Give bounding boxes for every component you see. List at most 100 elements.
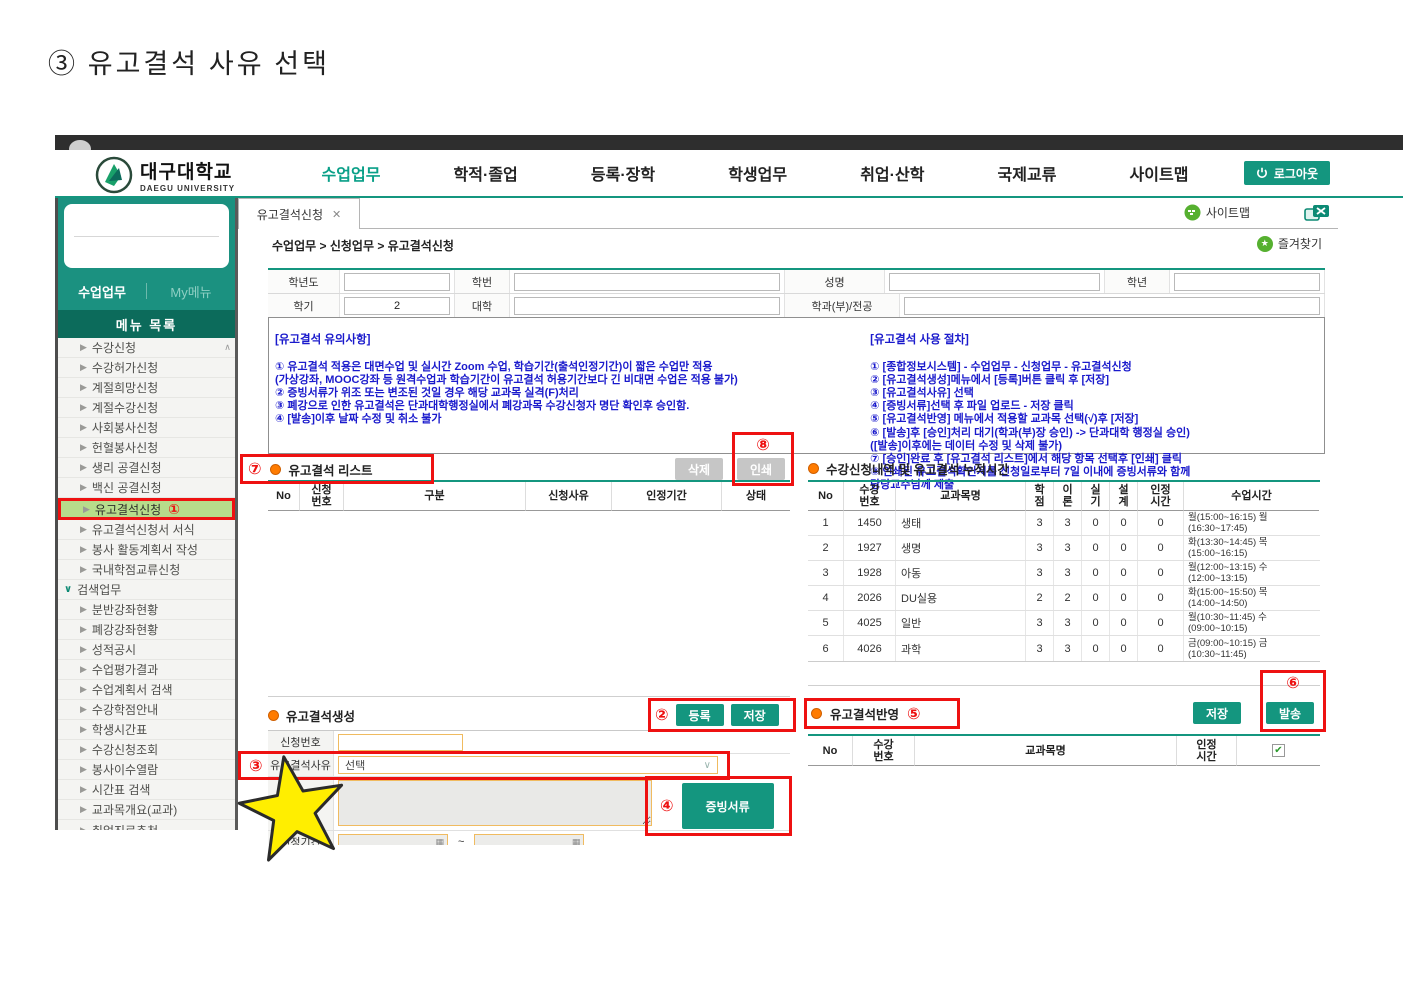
sidebar-item[interactable]: ▶시간표 검색 xyxy=(58,780,235,800)
sidebar-item[interactable]: ▶수강허가신청 xyxy=(58,358,235,378)
save-button[interactable]: 저장 xyxy=(731,704,779,726)
annotation-4: ④ xyxy=(660,796,674,816)
period-start-input[interactable]: ▦ xyxy=(338,834,448,845)
annotation-box-4: ④ 증빙서류 xyxy=(645,776,792,836)
nav-item-4[interactable]: 학생업무 xyxy=(728,161,787,185)
notice-line: ③ 폐강으로 인한 유고결석은 단과대학행정실에서 폐강과목 수강신청자 명단 … xyxy=(275,400,862,413)
page-title: ③ 유고결석 사유 선택 xyxy=(48,42,330,81)
portal-header: 대구대학교 DAEGU UNIVERSITY 수업업무 학적·졸업 등록·장학 학생업… xyxy=(55,150,1403,198)
enrollment-row[interactable]: 21927생명33000화(13:30~14:45) 목(15:00~16:15… xyxy=(808,536,1320,561)
row2-input-0[interactable] xyxy=(344,297,450,315)
favorite-link[interactable]: ★ 즐겨찾기 xyxy=(1257,235,1322,252)
sitemap-link[interactable]: 사이트맵 xyxy=(1184,204,1250,221)
section-bullet-icon xyxy=(811,708,822,719)
sidebar-item[interactable]: ▶사회봉사신청 xyxy=(58,418,235,438)
row1-input-2[interactable] xyxy=(889,273,1100,291)
select-all-checkbox[interactable]: ✔ xyxy=(1272,744,1285,757)
enrollment-row[interactable]: 31928아동33000월(12:00~13:15) 수(12:00~13:15… xyxy=(808,561,1320,586)
tab-row: 유고결석신청 ✕ 사이트맵 xyxy=(238,198,1338,229)
sidebar-item[interactable]: ▶유고결석신청① xyxy=(58,498,235,520)
nav-item-2[interactable]: 학적·졸업 xyxy=(454,161,518,185)
enrollment-row[interactable]: 42026DU실용22000화(15:00~15:50) 목(14:00~14:… xyxy=(808,586,1320,611)
enrollment-cell: 5 xyxy=(808,611,844,635)
nav-item-5[interactable]: 취업·산학 xyxy=(860,161,924,185)
row1-input-3[interactable] xyxy=(1174,273,1320,291)
triangle-icon: ▶ xyxy=(80,784,87,795)
sidebar-item[interactable]: ▶백신 공결신청 xyxy=(58,478,235,498)
enrollment-row[interactable]: 54025일반33000월(10:30~11:45) 수(09:00~10:15… xyxy=(808,611,1320,636)
notice-right: [유고결석 사용 절차] ① [종합정보시스템] - 수업업무 - 신청업무 -… xyxy=(870,321,1318,450)
apply-no-input[interactable] xyxy=(338,734,463,751)
student-info-form: 학년도학번성명학년학기대학학과(부)/전공 xyxy=(268,268,1325,318)
sidebar-item[interactable]: ▶봉사이수열람 xyxy=(58,760,235,780)
favorite-star-icon: ★ xyxy=(1257,236,1273,252)
tab-close-icon[interactable]: ✕ xyxy=(332,208,341,221)
logout-button[interactable]: 로그아웃 xyxy=(1244,161,1330,185)
row2-input-2[interactable] xyxy=(904,297,1320,315)
row1-input-0[interactable] xyxy=(344,273,450,291)
enrollment-cell: 일반 xyxy=(896,611,1026,635)
period-end-input[interactable]: ▦ xyxy=(474,834,584,845)
sidebar-item[interactable]: ▶생리 공결신청 xyxy=(58,458,235,478)
delete-button[interactable]: 삭제 xyxy=(675,458,723,480)
sidebar-section-search[interactable]: ∨검색업무 xyxy=(58,580,235,600)
triangle-icon: ▶ xyxy=(80,482,87,493)
section-bullet-icon xyxy=(268,710,279,721)
window-close-icon[interactable] xyxy=(1304,204,1330,227)
tab-absence-application[interactable]: 유고결석신청 ✕ xyxy=(238,198,360,229)
enrollment-cell: 월(10:30~11:45) 수(09:00~10:15) xyxy=(1184,611,1319,635)
sidebar-item-label: 수강허가신청 xyxy=(92,359,158,376)
sidebar-item[interactable]: ▶수강학점안내 xyxy=(58,700,235,720)
reflection-save-button[interactable]: 저장 xyxy=(1193,702,1241,724)
sidebar-item[interactable]: ▶계절희망신청 xyxy=(58,378,235,398)
enrollment-cell: 0 xyxy=(1138,536,1184,560)
sidebar-item[interactable]: ▶폐강강좌현황 xyxy=(58,620,235,640)
enrollment-cell: 아동 xyxy=(896,561,1026,585)
menu-list: ∧ ▶수강신청▶수강허가신청▶계절희망신청▶계절수강신청▶사회봉사신청▶헌혈봉사… xyxy=(58,338,235,830)
sidebar-item[interactable]: ▶성적공시 xyxy=(58,640,235,660)
sidebar-item[interactable]: ▶계절수강신청 xyxy=(58,398,235,418)
annotation-box-8: ⑧ xyxy=(732,432,794,486)
nav-item-7[interactable]: 사이트맵 xyxy=(1130,161,1189,185)
nav-item-1[interactable]: 수업업무 xyxy=(322,161,381,185)
register-button[interactable]: 등록 xyxy=(676,704,724,726)
sidebar-item[interactable]: ▶국내학점교류신청 xyxy=(58,560,235,580)
nav-item-3[interactable]: 등록·장학 xyxy=(591,161,655,185)
row1-input-1[interactable] xyxy=(514,273,780,291)
enrollment-cell: 3 xyxy=(1026,611,1054,635)
triangle-icon: ▶ xyxy=(80,422,87,433)
sidebar-item[interactable]: ▶수업평가결과 xyxy=(58,660,235,680)
reflection-table: No수강 번호교과목명인정 시간✔ xyxy=(808,734,1320,766)
triangle-icon: ▶ xyxy=(80,764,87,775)
sidebar-item[interactable]: ▶수강신청 xyxy=(58,338,235,358)
enrollment-cell: 4025 xyxy=(844,611,896,635)
sidebar-section-label: 검색업무 xyxy=(77,581,121,598)
row2-input-1[interactable] xyxy=(514,297,780,315)
triangle-icon: ▶ xyxy=(80,342,87,353)
sidebar-item[interactable]: ▶분반강좌현황 xyxy=(58,600,235,620)
sidebar-item[interactable]: ▶교과목개요(교과) xyxy=(58,800,235,820)
university-logo[interactable]: 대구대학교 DAEGU UNIVERSITY xyxy=(95,156,235,194)
sidebar-item[interactable]: ▶수강신청조회 xyxy=(58,740,235,760)
creation-title-row: 유고결석생성 xyxy=(268,706,355,725)
sidebar-tab-mymenu[interactable]: My메뉴 xyxy=(147,282,235,301)
sidebar-item-label: 수강학점안내 xyxy=(92,701,158,718)
sidebar-item[interactable]: ▶헌혈봉사신청 xyxy=(58,438,235,458)
sidebar-item[interactable]: ▶봉사 활동계획서 작성 xyxy=(58,540,235,560)
triangle-icon: ▶ xyxy=(80,624,87,635)
enrollment-cell: 2 xyxy=(1054,586,1082,610)
field-label: 학과(부)/전공 xyxy=(785,294,900,317)
sidebar-item[interactable]: ▶취업진로추천 xyxy=(58,820,235,830)
evidence-button[interactable]: 증빙서류 xyxy=(682,783,774,829)
enrollment-cell: 4026 xyxy=(844,636,896,661)
absence-list-header: No신청 번호구분신청사유인정기간상태 xyxy=(268,482,790,511)
sidebar-item[interactable]: ▶유고결석신청서 서식 xyxy=(58,520,235,540)
reason-textarea[interactable] xyxy=(338,780,652,826)
enrollment-row[interactable]: 64026과학33000금(09:00~10:15) 금(10:30~11:45… xyxy=(808,636,1320,661)
sidebar-tab-lecture[interactable]: 수업업무 xyxy=(58,282,146,301)
nav-item-6[interactable]: 국제교류 xyxy=(998,161,1057,185)
sidebar-tabs: 수업업무 My메뉴 xyxy=(58,276,235,306)
sidebar-item[interactable]: ▶수업계획서 검색 xyxy=(58,680,235,700)
sidebar-item[interactable]: ▶학생시간표 xyxy=(58,720,235,740)
enrollment-row[interactable]: 11450생태33000월(15:00~16:15) 월(16:30~17:45… xyxy=(808,511,1320,536)
